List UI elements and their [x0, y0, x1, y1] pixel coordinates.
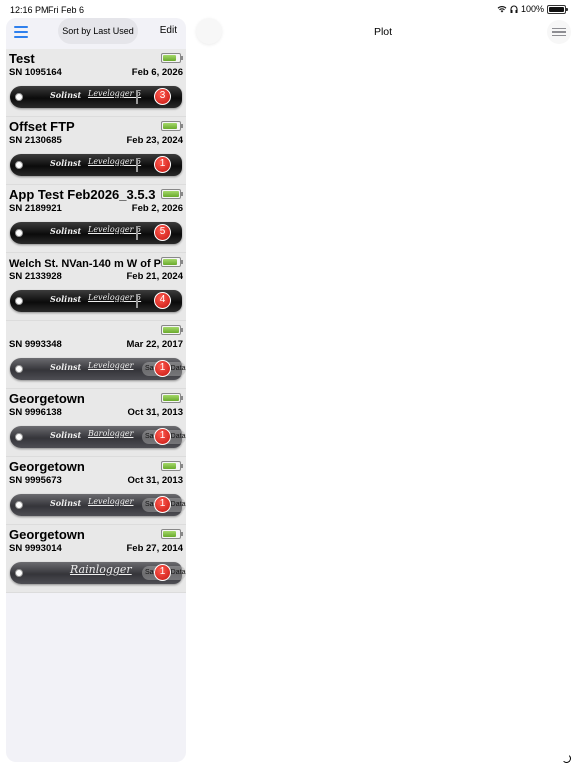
battery-level-icon — [161, 121, 183, 131]
status-icons: 100% — [497, 4, 568, 14]
device-last-date: Mar 22, 2017 — [126, 339, 183, 350]
device-last-date: Feb 2, 2026 — [131, 203, 183, 214]
logger-model: Levelogger 5 — [88, 89, 142, 98]
logger-hole — [15, 93, 23, 101]
logger-image: Solinst Levelogger 5 1 — [10, 154, 182, 176]
status-bar: 12:16 PM Fri Feb 6 100% — [0, 0, 576, 18]
logger-image: Solinst Levelogger 5 4 — [10, 290, 182, 312]
download-count-badge: 1 — [154, 360, 171, 377]
device-last-date: Feb 23, 2024 — [126, 135, 183, 146]
logger-hole — [15, 365, 23, 373]
device-serial-number: SN 2189921 — [9, 203, 62, 214]
device-name: Georgetown — [9, 391, 85, 406]
device-list-item[interactable]: Georgetown SN 9993014 Feb 27, 2014 Rainlogg… — [6, 525, 186, 593]
device-serial-number: SN 9993014 — [9, 543, 62, 554]
logger-hole — [15, 501, 23, 509]
logger-brand: Solinst — [50, 362, 82, 372]
logger-model: Levelogger 5 — [88, 157, 142, 166]
download-count-badge: 5 — [154, 224, 171, 241]
back-circle-button[interactable] — [196, 18, 222, 44]
device-last-date: Oct 31, 2013 — [127, 407, 183, 418]
device-last-date: Feb 27, 2014 — [126, 543, 183, 554]
battery-level-icon — [161, 461, 183, 471]
logger-divider — [136, 294, 138, 308]
battery-level-icon — [161, 53, 183, 63]
device-name: Georgetown — [9, 459, 85, 474]
device-list-item[interactable]: Georgetown SN 9995673 Oct 31, 2013 Solinst L… — [6, 457, 186, 525]
device-list-item[interactable]: SN 9993348Mar 22, 2017SolinstLeveloggerS… — [6, 321, 186, 389]
logger-hole — [15, 433, 23, 441]
logger-divider — [136, 90, 138, 104]
device-name: App Test Feb2026_3.5.3 — [9, 187, 156, 202]
logger-model: Rainlogger — [70, 563, 132, 576]
device-name: Offset FTP — [9, 119, 75, 134]
battery-icon — [547, 4, 568, 14]
list-menu-icon[interactable] — [547, 20, 571, 44]
logger-image: SolinstLeveloggerSample Data1 — [10, 358, 186, 380]
logger-model: Levelogger — [88, 361, 134, 370]
logger-hole — [15, 161, 23, 169]
wifi-icon — [497, 6, 507, 13]
battery-level-icon — [161, 257, 183, 267]
device-name: Welch St. NVan-140 m W of P — [9, 258, 161, 270]
device-list-item[interactable]: Georgetown SN 9996138 Oct 31, 2013 Solinst B… — [6, 389, 186, 457]
page-title: Plot — [373, 26, 393, 38]
download-count-badge: 1 — [154, 428, 171, 445]
device-list-item[interactable]: Welch St. NVan-140 m W of P SN 2133928 Feb… — [6, 253, 186, 321]
device-serial-number: SN 9995673 — [9, 475, 62, 486]
battery-level-icon — [161, 529, 183, 539]
logger-image: SolinstLeveloggerSample Data1 — [10, 494, 186, 516]
download-count-badge: 1 — [154, 496, 171, 513]
logger-hole — [15, 297, 23, 305]
logger-model: Levelogger 5 — [88, 225, 142, 234]
logger-image: RainloggerSample Data1 — [10, 562, 186, 584]
download-count-badge: 4 — [154, 292, 171, 309]
battery-level-icon — [161, 325, 183, 335]
device-serial-number: SN 2133928 — [9, 271, 62, 282]
logger-brand: Solinst — [50, 294, 82, 304]
logger-model: Levelogger 5 — [88, 293, 142, 302]
device-list-item[interactable]: App Test Feb2026_3.5.3 SN 2189921 Feb 2, 2… — [6, 185, 186, 253]
hamburger-menu-icon[interactable] — [14, 26, 28, 38]
device-list-item[interactable]: Test SN 1095164 Feb 6, 2026 Solinst Levelogg… — [6, 49, 186, 117]
device-name: Georgetown — [9, 527, 85, 542]
device-serial-number: SN 1095164 — [9, 67, 62, 78]
logger-brand: Solinst — [50, 498, 82, 508]
edit-button[interactable]: Edit — [160, 25, 177, 36]
logger-model: Barologger — [88, 429, 134, 438]
logger-hole — [15, 229, 23, 237]
device-serial-number: SN 9996138 — [9, 407, 62, 418]
download-count-badge: 1 — [154, 156, 171, 173]
device-last-date: Oct 31, 2013 — [127, 475, 183, 486]
status-date: Fri Feb 6 — [48, 5, 85, 15]
device-list: Test SN 1095164 Feb 6, 2026 Solinst Levelogg… — [6, 49, 186, 593]
logger-brand: Solinst — [50, 90, 82, 100]
device-last-date: Feb 21, 2024 — [126, 271, 183, 282]
logger-image: SolinstBarologgerSample Data1 — [10, 426, 186, 448]
device-list-item[interactable]: Offset FTP SN 2130685 Feb 23, 2024 Solinst L… — [6, 117, 186, 185]
battery-level-icon — [161, 189, 183, 199]
status-time: 12:16 PM — [10, 5, 49, 15]
logger-hole — [15, 569, 23, 577]
logger-brand: Solinst — [50, 226, 82, 236]
device-last-date: Feb 6, 2026 — [131, 67, 183, 78]
logger-divider — [136, 226, 138, 240]
logger-divider — [136, 158, 138, 172]
logger-brand: Solinst — [50, 430, 82, 440]
device-sidebar: Sort by Last Used Edit Test SN 1095164 Feb… — [6, 18, 186, 762]
download-count-badge: 1 — [154, 564, 171, 581]
download-count-badge: 3 — [154, 88, 171, 105]
sort-button[interactable]: Sort by Last Used — [58, 18, 138, 44]
battery-level-icon — [161, 393, 183, 403]
device-name: Test — [9, 51, 35, 66]
battery-percent: 100% — [520, 4, 544, 14]
logger-model: Levelogger — [88, 497, 134, 506]
logger-image: Solinst Levelogger 5 3 — [10, 86, 182, 108]
loading-spinner-icon — [562, 754, 571, 763]
logger-brand: Solinst — [50, 158, 82, 168]
logger-image: Solinst Levelogger 5 5 — [10, 222, 182, 244]
device-serial-number: SN 2130685 — [9, 135, 62, 146]
headphones-icon — [510, 5, 518, 13]
device-serial-number: SN 9993348 — [9, 339, 62, 350]
